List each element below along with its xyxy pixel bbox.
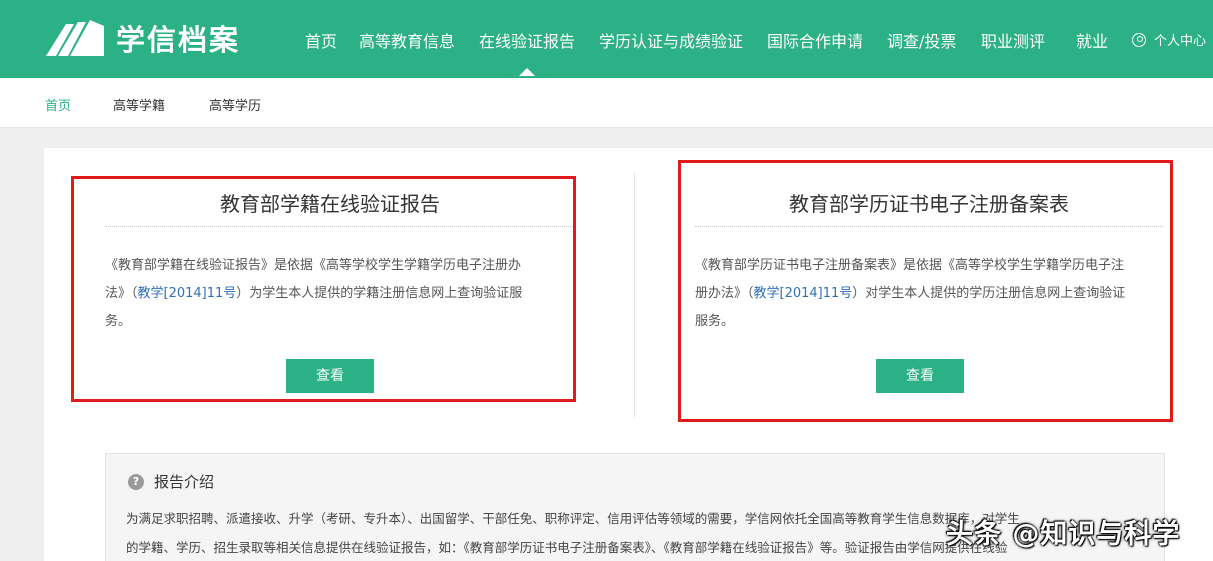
watermark: 头条 @知识与科学 <box>946 519 1181 550</box>
intro-heading: ? 报告介绍 <box>128 471 214 492</box>
regulation-link[interactable]: 教学[2014]11号 <box>138 286 237 301</box>
nav-international-cooperation[interactable]: 国际合作申请 <box>767 28 863 52</box>
card-desc-text: 册办法》（ <box>695 286 754 301</box>
subnav-higher-degree[interactable]: 高等学历 <box>209 95 261 114</box>
card-desc-text: ）对学生本人提供的学历注册信息网上查询验证 <box>852 286 1126 301</box>
nav-employment[interactable]: 就业 <box>1076 28 1108 52</box>
subnav-home[interactable]: 首页 <box>45 95 71 114</box>
card-desc-line: 册办法》（教学[2014]11号）对学生本人提供的学历注册信息网上查询验证 <box>695 280 1165 308</box>
nav-higher-education-info[interactable]: 高等教育信息 <box>359 28 455 52</box>
card-desc-line: 《教育部学籍在线验证报告》是依据《高等学校学生学籍学历电子注册办 <box>105 258 522 273</box>
main-nav: 首页 高等教育信息 在线验证报告 学历认证与成绩验证 国际合作申请 调查/投票 … <box>0 0 1213 78</box>
view-degree-registration-button[interactable]: 查看 <box>876 359 964 393</box>
nav-career-assessment[interactable]: 职业测评 <box>981 28 1045 52</box>
card-desc-line: 法》（教学[2014]11号）为学生本人提供的学籍注册信息网上查询验证服 <box>105 280 575 308</box>
nav-degree-certification[interactable]: 学历认证与成绩验证 <box>599 28 743 52</box>
personal-center-label: 个人中心 <box>1154 34 1207 49</box>
top-header: 学信档案 首页 高等教育信息 在线验证报告 学历认证与成绩验证 国际合作申请 调… <box>0 0 1213 78</box>
regulation-link[interactable]: 教学[2014]11号 <box>754 286 853 301</box>
card-desc-text: ）为学生本人提供的学籍注册信息网上查询验证服 <box>236 286 523 301</box>
card-desc-line: 《教育部学历证书电子注册备案表》是依据《高等学校学生学籍学历电子注 <box>695 258 1125 273</box>
card-desc-line: 务。 <box>105 314 132 329</box>
subnav-higher-enrollment[interactable]: 高等学籍 <box>113 95 165 114</box>
card-title: 教育部学籍在线验证报告 <box>220 192 440 216</box>
user-icon <box>1132 32 1146 47</box>
question-mark-icon: ? <box>128 473 144 490</box>
card-desc-line: 服务。 <box>695 314 735 329</box>
card-title: 教育部学历证书电子注册备案表 <box>789 192 1069 216</box>
card-description: 《教育部学籍在线验证报告》是依据《高等学校学生学籍学历电子注册办 法》（教学[2… <box>105 252 575 336</box>
nav-online-verification-report[interactable]: 在线验证报告 <box>479 28 575 76</box>
card-separator <box>105 226 573 227</box>
card-divider <box>634 172 635 418</box>
view-enrollment-report-button[interactable]: 查看 <box>286 359 374 393</box>
card-separator <box>695 226 1163 227</box>
intro-title: 报告介绍 <box>154 473 215 491</box>
personal-center-link[interactable]: 个人中心 <box>1132 30 1206 49</box>
card-description: 《教育部学历证书电子注册备案表》是依据《高等学校学生学籍学历电子注 册办法》（教… <box>695 252 1165 336</box>
sub-nav-bar: 首页 高等学籍 高等学历 <box>0 78 1213 128</box>
card-desc-text: 法》（ <box>105 286 138 301</box>
nav-home[interactable]: 首页 <box>305 28 337 52</box>
nav-survey-vote[interactable]: 调查/投票 <box>887 28 956 52</box>
